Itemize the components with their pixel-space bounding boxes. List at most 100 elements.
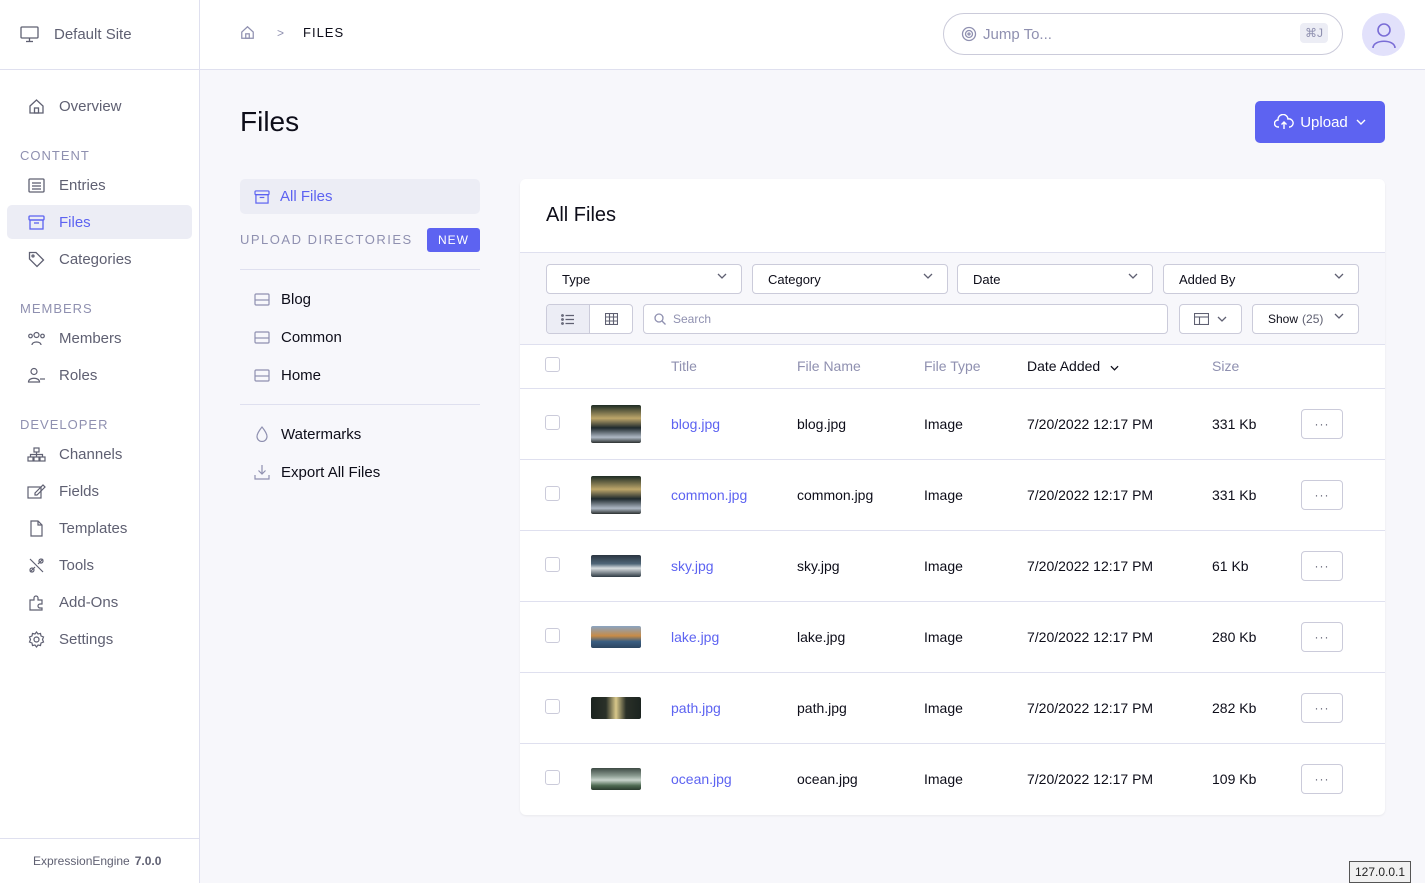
columns-button[interactable] <box>1179 304 1242 334</box>
nav-templates[interactable]: Templates <box>7 511 192 545</box>
upload-button[interactable]: Upload <box>1255 101 1385 143</box>
nav-settings[interactable]: Settings <box>7 622 192 656</box>
col-title[interactable]: Title <box>671 345 797 389</box>
directory-item-blog[interactable]: Blog <box>240 280 480 318</box>
download-icon <box>254 465 270 480</box>
select-all-checkbox[interactable] <box>545 357 560 373</box>
thumbnail-image[interactable] <box>591 404 641 443</box>
size-cell: 331 Kb <box>1212 459 1301 531</box>
col-size[interactable]: Size <box>1212 345 1301 389</box>
thumbnail-image[interactable] <box>591 475 641 514</box>
file-title-link[interactable]: blog.jpg <box>671 416 720 432</box>
directory-label: Blog <box>281 290 312 308</box>
file-type-cell: Image <box>924 770 963 787</box>
drive-icon <box>254 368 270 382</box>
date-cell: 7/20/2022 12:17 PM <box>1027 388 1212 460</box>
col-date-added[interactable]: Date Added <box>1027 345 1212 389</box>
thumbnail-image[interactable] <box>591 767 641 790</box>
tools-icon <box>27 556 46 575</box>
thumbnail-cell <box>591 388 671 460</box>
row-actions-button[interactable]: ··· <box>1301 408 1343 439</box>
nav-settings-label: Settings <box>59 630 114 648</box>
file-name-cell: lake.jpg <box>797 601 924 673</box>
watermarks-link[interactable]: Watermarks <box>240 415 480 453</box>
thumbnail-cell <box>591 459 671 531</box>
directory-item-home[interactable]: Home <box>240 356 480 394</box>
row-checkbox[interactable] <box>545 627 560 643</box>
file-title-link[interactable]: common.jpg <box>671 487 747 503</box>
file-name-cell: path.jpg <box>797 672 924 744</box>
nav-entries[interactable]: Entries <box>7 168 192 202</box>
filter-date-label: Date <box>973 271 1001 287</box>
watermarks-label: Watermarks <box>281 425 362 443</box>
archive-icon <box>254 189 270 204</box>
nav-channels[interactable]: Channels <box>7 437 192 471</box>
row-checkbox[interactable] <box>545 698 560 714</box>
nav-members[interactable]: Members <box>7 321 192 355</box>
home-icon[interactable] <box>240 25 255 40</box>
drive-icon <box>254 330 270 344</box>
nav-tools[interactable]: Tools <box>7 548 192 582</box>
nav-fields[interactable]: Fields <box>7 474 192 508</box>
breadcrumb-current: FILES <box>303 25 345 40</box>
row-checkbox[interactable] <box>545 485 560 501</box>
product-version: 7.0.0 <box>134 854 162 868</box>
drive-icon <box>254 292 270 306</box>
file-title-link[interactable]: sky.jpg <box>671 558 714 574</box>
chevron-down-icon <box>1128 273 1138 279</box>
row-actions-button[interactable]: ··· <box>1301 621 1343 652</box>
nav-categories[interactable]: Categories <box>7 242 192 276</box>
page-title: Files <box>240 106 300 137</box>
thumbnail-image[interactable] <box>591 625 641 648</box>
size-cell: 282 Kb <box>1212 672 1301 744</box>
filter-bar: Type Category Date Added By Search Show … <box>520 253 1385 345</box>
date-cell: 7/20/2022 12:17 PM <box>1027 601 1212 673</box>
nav-roles[interactable]: Roles <box>7 358 192 392</box>
thumbnail-image[interactable] <box>591 554 641 577</box>
file-name-cell: common.jpg <box>797 459 924 531</box>
export-all-files-link[interactable]: Export All Files <box>240 453 480 491</box>
row-actions-button[interactable]: ··· <box>1301 550 1343 581</box>
filter-category[interactable]: Category <box>752 264 948 294</box>
col-actions <box>1301 345 1385 389</box>
file-type-cell: Image <box>924 601 1027 673</box>
row-checkbox[interactable] <box>545 769 560 785</box>
new-directory-button[interactable]: NEW <box>427 227 480 252</box>
nav-overview[interactable]: Overview <box>7 89 192 123</box>
site-switcher[interactable]: Default Site <box>0 0 199 70</box>
nav-files[interactable]: Files <box>7 205 192 239</box>
row-actions-button[interactable]: ··· <box>1301 479 1343 510</box>
file-title-link[interactable]: ocean.jpg <box>671 771 732 787</box>
user-icon <box>1371 22 1396 48</box>
subnav-all-files-label: All Files <box>280 188 333 205</box>
row-checkbox[interactable] <box>545 414 560 430</box>
col-file-type[interactable]: File Type <box>924 345 1027 389</box>
grid-view-button[interactable] <box>590 305 632 333</box>
filter-date[interactable]: Date <box>957 264 1153 294</box>
avatar[interactable] <box>1362 13 1405 56</box>
file-title-link[interactable]: path.jpg <box>671 700 721 716</box>
filter-type-label: Type <box>562 271 591 287</box>
file-name-cell: ocean.jpg <box>797 770 858 787</box>
col-file-name[interactable]: File Name <box>797 345 924 389</box>
nav-addons[interactable]: Add-Ons <box>7 585 192 619</box>
thumbnail-image[interactable] <box>591 696 641 719</box>
file-title-link[interactable]: lake.jpg <box>671 629 719 645</box>
list-view-button[interactable] <box>547 305 590 333</box>
user-role-icon <box>27 366 46 385</box>
jump-to-input[interactable]: Jump To... ⌘J <box>943 13 1343 55</box>
row-select-cell <box>520 672 591 744</box>
row-actions-button[interactable]: ··· <box>1301 692 1343 723</box>
directory-item-common[interactable]: Common <box>240 318 480 356</box>
filter-type[interactable]: Type <box>546 264 742 294</box>
title-cell: lake.jpg <box>671 601 797 673</box>
row-actions-button[interactable]: ··· <box>1301 763 1343 794</box>
nav-fields-label: Fields <box>59 482 100 500</box>
filter-added-by[interactable]: Added By <box>1163 264 1359 294</box>
search-input[interactable]: Search <box>643 304 1168 334</box>
row-checkbox[interactable] <box>545 556 560 572</box>
show-per-page-button[interactable]: Show (25) <box>1252 304 1359 334</box>
droplet-icon <box>256 426 268 442</box>
subnav-all-files[interactable]: All Files <box>240 179 480 214</box>
chevron-down-icon <box>923 273 933 279</box>
